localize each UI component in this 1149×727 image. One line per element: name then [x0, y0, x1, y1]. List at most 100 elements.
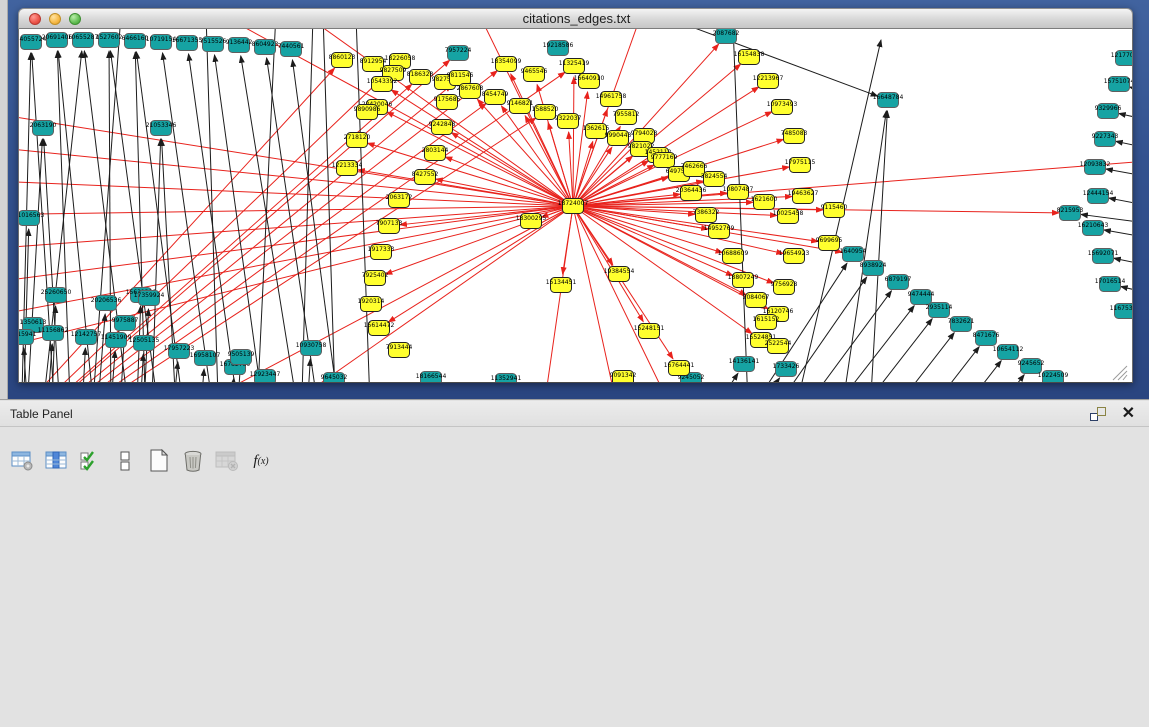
- graph-node[interactable]: 7907133: [376, 219, 403, 234]
- graph-node[interactable]: 8186328: [407, 70, 434, 85]
- graph-node[interactable]: 3824554: [701, 172, 728, 187]
- graph-node[interactable]: 2063172: [386, 193, 413, 208]
- graph-node[interactable]: 14136141: [729, 357, 760, 372]
- graph-node[interactable]: 10654112: [993, 345, 1024, 360]
- graph-node[interactable]: 17975115: [785, 158, 816, 173]
- graph-node[interactable]: 21053346: [146, 121, 177, 136]
- graph-node[interactable]: 20206536: [91, 296, 122, 311]
- graph-node[interactable]: 15134451: [546, 278, 577, 293]
- graph-node[interactable]: 19654923: [779, 249, 810, 264]
- graph-node[interactable]: 9699695: [816, 236, 843, 251]
- graph-node[interactable]: 10025458: [773, 209, 804, 224]
- graph-node[interactable]: 2522544: [765, 339, 792, 354]
- graph-node[interactable]: 2867608: [457, 84, 484, 99]
- graph-node[interactable]: 7515526: [200, 37, 227, 52]
- graph-node[interactable]: 1527602: [96, 33, 123, 48]
- float-panel-icon[interactable]: [1090, 407, 1106, 421]
- graph-node[interactable]: 12213334: [332, 161, 363, 176]
- graph-node[interactable]: 10688609: [718, 249, 749, 264]
- graph-node[interactable]: 8938924: [860, 261, 887, 276]
- graph-node[interactable]: 19463627: [788, 189, 819, 204]
- graph-node[interactable]: 9136442: [226, 38, 253, 53]
- graph-node[interactable]: 3915941: [19, 330, 37, 345]
- graph-node[interactable]: 15751074: [1104, 77, 1133, 92]
- graph-node[interactable]: 8860123: [329, 53, 356, 68]
- graph-node[interactable]: 9091342: [610, 371, 637, 384]
- graph-node[interactable]: 15614472: [364, 321, 395, 336]
- graph-node[interactable]: 16671355: [172, 36, 203, 51]
- graph-node[interactable]: 2084067: [743, 293, 770, 308]
- graph-node[interactable]: 17016514: [1095, 277, 1126, 292]
- function-icon[interactable]: f(x): [248, 448, 274, 474]
- graph-node[interactable]: 2718120: [344, 133, 371, 148]
- row-check-icon[interactable]: [78, 448, 104, 474]
- zoom-window-button[interactable]: [69, 13, 81, 25]
- graph-node[interactable]: 1615152: [753, 315, 780, 330]
- graph-node[interactable]: 1733426: [773, 362, 800, 377]
- graph-node[interactable]: 9227343: [1092, 132, 1119, 147]
- graph-node[interactable]: 9175685: [434, 95, 461, 110]
- graph-node[interactable]: 16648784: [873, 93, 904, 108]
- graph-node[interactable]: 11156862: [38, 326, 69, 341]
- graph-node[interactable]: 9329966: [1095, 104, 1122, 119]
- graph-node[interactable]: 18807249: [728, 273, 759, 288]
- graph-node[interactable]: 9146821: [507, 99, 534, 114]
- graph-node[interactable]: 1917333: [368, 245, 395, 260]
- graph-node[interactable]: 19218586: [543, 41, 574, 56]
- graph-node[interactable]: 10930758: [296, 341, 327, 356]
- graph-node[interactable]: 7913444: [386, 343, 413, 358]
- graph-node[interactable]: 2063190: [30, 121, 57, 136]
- graph-node[interactable]: 10807487: [723, 185, 754, 200]
- graph-node[interactable]: 17359924: [134, 291, 165, 306]
- graph-node[interactable]: 8454749: [482, 90, 509, 105]
- graph-node[interactable]: 11016563: [19, 211, 44, 226]
- graph-node[interactable]: 20364436: [676, 186, 707, 201]
- window-title-bar[interactable]: citations_edges.txt: [18, 8, 1133, 29]
- graph-node[interactable]: 7957224: [445, 46, 472, 61]
- minimize-window-button[interactable]: [49, 13, 61, 25]
- graph-node[interactable]: 16210643: [1078, 221, 1109, 236]
- graph-node[interactable]: 9115460: [821, 203, 848, 218]
- graph-node[interactable]: 15248151: [634, 324, 665, 339]
- split-view-icon[interactable]: [112, 448, 138, 474]
- graph-node[interactable]: 8427552: [412, 170, 439, 185]
- graph-node[interactable]: 7440561: [278, 42, 305, 57]
- graph-node[interactable]: 16640910: [574, 74, 605, 89]
- close-window-button[interactable]: [29, 13, 41, 25]
- graph-node[interactable]: 7832621: [948, 317, 975, 332]
- graph-node[interactable]: 11451909: [101, 333, 132, 348]
- graph-node[interactable]: 18354099: [491, 57, 522, 72]
- graph-node[interactable]: 9890986: [354, 105, 381, 120]
- graph-node[interactable]: 11675338: [1110, 304, 1133, 319]
- graph-node[interactable]: 7485083: [781, 129, 808, 144]
- graph-node[interactable]: 12177064: [1111, 51, 1133, 66]
- graph-node[interactable]: 9756928: [771, 280, 798, 295]
- graph-node[interactable]: 9474444: [908, 290, 935, 305]
- graph-node[interactable]: 18166544: [416, 372, 447, 384]
- graph-node[interactable]: 12213967: [753, 74, 784, 89]
- graph-node[interactable]: 15692071: [1088, 249, 1119, 264]
- graph-node[interactable]: 9645032: [321, 373, 348, 384]
- graph-node[interactable]: 10543392: [367, 77, 398, 92]
- graph-node[interactable]: 2803144: [422, 146, 449, 161]
- graph-node[interactable]: 9322037: [555, 114, 582, 129]
- graph-node[interactable]: 9242848: [429, 120, 456, 135]
- column-edit-icon[interactable]: [44, 448, 70, 474]
- graph-node[interactable]: 1621600: [751, 195, 778, 210]
- graph-node[interactable]: 7955812: [613, 110, 640, 125]
- close-panel-icon[interactable]: ✕: [1122, 407, 1135, 421]
- graph-node[interactable]: 8604923: [252, 40, 279, 55]
- graph-node[interactable]: 6879197: [885, 275, 912, 290]
- graph-node[interactable]: 11325419: [559, 59, 590, 74]
- graph-node[interactable]: 1920314: [358, 297, 385, 312]
- citation-network-graph[interactable]: 1872400724055724206914061065528715276026…: [19, 29, 1133, 383]
- graph-node[interactable]: 8215953: [1057, 206, 1084, 221]
- graph-node[interactable]: 2935114: [926, 303, 953, 318]
- graph-node[interactable]: 10224509: [1038, 371, 1069, 384]
- new-document-icon[interactable]: [146, 448, 172, 474]
- graph-node[interactable]: 16154838: [734, 50, 765, 65]
- canvas-resize-grip[interactable]: [1113, 366, 1127, 380]
- graph-node[interactable]: 9465546: [521, 67, 548, 82]
- graph-node[interactable]: 10655287: [68, 33, 99, 48]
- graph-node[interactable]: 2087682: [713, 29, 740, 44]
